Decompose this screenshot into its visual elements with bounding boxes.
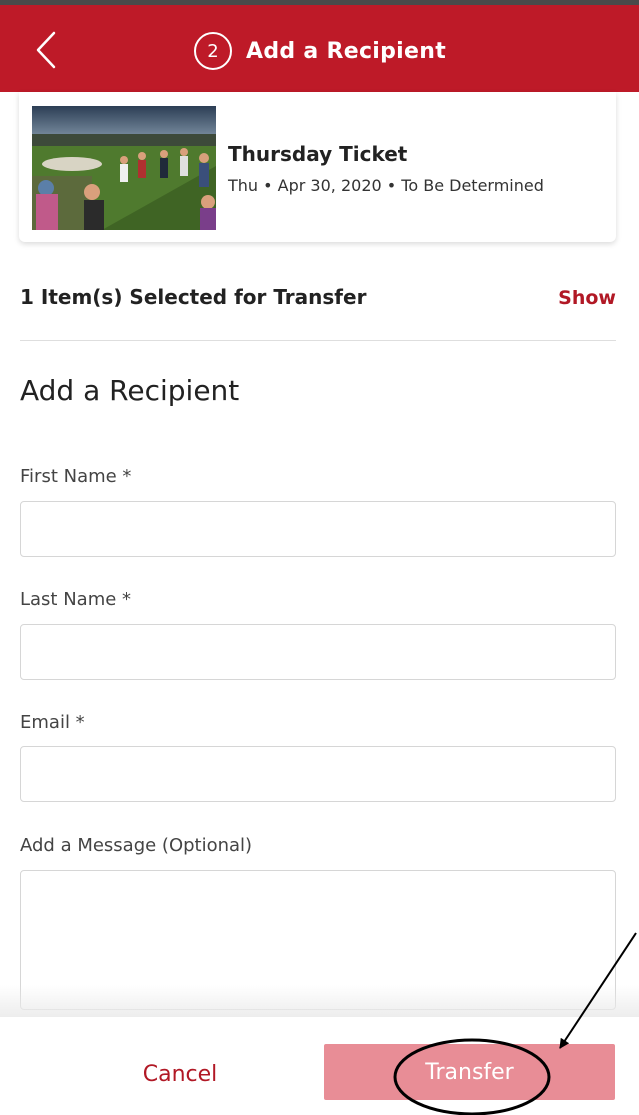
first-name-label: First Name * [20, 466, 132, 487]
step-indicator: 2 Add a Recipient [194, 32, 446, 70]
selection-summary-row: 1 Item(s) Selected for Transfer Show [20, 285, 616, 315]
last-name-field[interactable] [20, 624, 616, 680]
ticket-card: Thursday Ticket Thu • Apr 30, 2020 • To … [19, 92, 616, 242]
message-label: Add a Message (Optional) [20, 835, 253, 856]
step-number-badge: 2 [194, 32, 232, 70]
chevron-left-icon [36, 31, 56, 69]
email-field[interactable] [20, 746, 616, 802]
cancel-button[interactable]: Cancel [120, 1054, 240, 1094]
page-title: Add a Recipient [246, 38, 447, 64]
divider [20, 340, 616, 341]
scroll-fade [0, 985, 639, 1017]
action-footer: Cancel Transfer [0, 1017, 639, 1115]
show-items-link[interactable]: Show [558, 287, 616, 309]
app-header: 2 Add a Recipient [0, 5, 639, 92]
selection-summary: 1 Item(s) Selected for Transfer [20, 285, 367, 309]
section-title: Add a Recipient [20, 374, 240, 407]
ticket-event-image [32, 106, 216, 230]
ticket-title: Thursday Ticket [228, 142, 408, 166]
first-name-field[interactable] [20, 501, 616, 557]
email-label: Email * [20, 712, 85, 733]
last-name-label: Last Name * [20, 589, 132, 610]
back-button[interactable] [28, 27, 68, 73]
transfer-button[interactable]: Transfer [324, 1044, 615, 1100]
ticket-details: Thu • Apr 30, 2020 • To Be Determined [228, 176, 544, 195]
